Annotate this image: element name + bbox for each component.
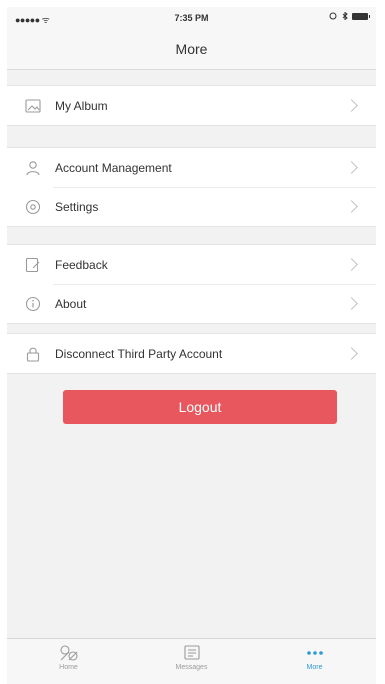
menu-item-label: My Album [55,98,108,113]
menu-item-label: About [55,296,87,311]
menu-group-account: Account Management Settings [7,147,376,227]
logout-button[interactable]: Logout [63,390,337,424]
menu-item-disconnect-third-party[interactable]: Disconnect Third Party Account [7,334,376,373]
album-icon [23,96,43,116]
status-time: 7:35 PM [174,13,209,23]
chevron-right-icon [345,161,358,174]
menu-item-label: Feedback [55,257,108,272]
status-bar: ●●●●● ᯤ 7:35 PM [7,7,376,29]
chevron-right-icon [345,297,358,310]
chevron-right-icon [345,200,358,213]
settings-icon [23,197,43,217]
battery-icon [352,12,370,20]
menu-group-info: Feedback About [7,244,376,324]
bluetooth-icon [342,12,348,20]
tab-more[interactable]: More [253,639,376,684]
menu-item-label: Settings [55,199,99,214]
chevron-right-icon [345,99,358,112]
lock-icon [23,344,43,364]
tab-messages[interactable]: Messages [130,639,253,684]
home-icon [59,645,78,661]
menu-item-my-album[interactable]: My Album [7,86,376,125]
status-icons [328,12,370,20]
app-screen: ●●●●● ᯤ 7:35 PM More My Album Account Ma… [7,7,376,684]
menu-item-account-management[interactable]: Account Management [7,148,376,187]
user-icon [23,158,43,178]
menu-item-feedback[interactable]: Feedback [7,245,376,284]
tab-label: Home [59,664,78,671]
lock-rotation-icon [329,12,337,20]
page-title: More [175,41,208,57]
tab-bar: Home Messages More [7,638,376,684]
menu-item-about[interactable]: About [7,284,376,323]
menu-item-settings[interactable]: Settings [7,187,376,226]
tab-home[interactable]: Home [7,639,130,684]
tab-label: Messages [175,664,208,671]
navigation-bar: More [7,29,376,70]
more-icon [306,651,323,655]
menu-item-label: Disconnect Third Party Account [55,346,223,361]
info-icon [23,294,43,314]
menu-group-album: My Album [7,85,376,126]
menu-item-label: Account Management [55,160,172,175]
menu-group-disconnect: Disconnect Third Party Account [7,333,376,374]
feedback-icon [23,255,43,275]
chevron-right-icon [345,258,358,271]
chevron-right-icon [345,347,358,360]
messages-icon [183,645,200,660]
tab-label: More [306,664,323,671]
